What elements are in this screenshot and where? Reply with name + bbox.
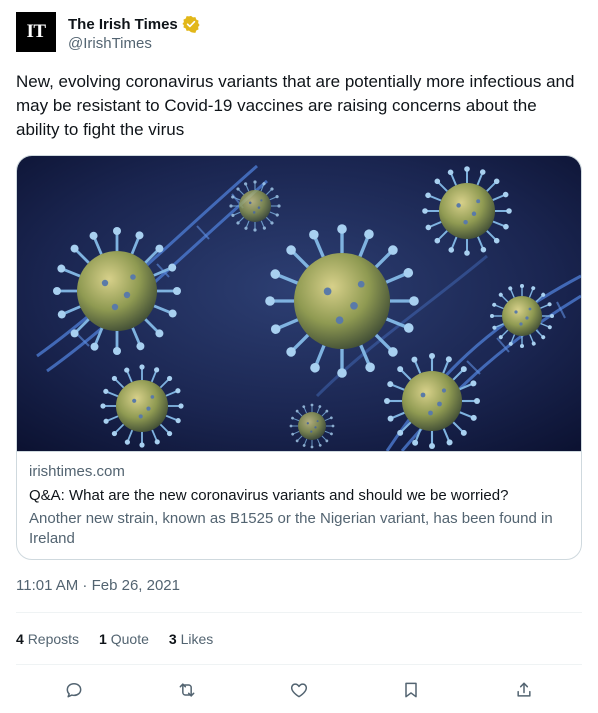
divider xyxy=(16,612,582,613)
quotes-label: Quote xyxy=(110,631,149,647)
like-icon xyxy=(290,683,308,698)
quotes-count: 1 xyxy=(99,631,107,647)
retweet-icon xyxy=(179,683,195,697)
like-button[interactable] xyxy=(285,676,313,704)
reposts-count: 4 xyxy=(16,631,24,647)
verified-badge-icon xyxy=(182,15,200,33)
coronavirus-image[interactable] xyxy=(17,156,581,451)
reposts-stat[interactable]: 4 Reposts xyxy=(16,631,79,647)
share-button[interactable] xyxy=(510,676,538,704)
link-card[interactable]: irishtimes.com Q&A: What are the new cor… xyxy=(16,155,582,560)
tweet-text: New, evolving coronavirus variants that … xyxy=(16,72,575,139)
retweet-button[interactable] xyxy=(173,676,201,704)
reply-button[interactable] xyxy=(60,676,88,704)
likes-label: Likes xyxy=(180,631,214,647)
avatar[interactable]: IT xyxy=(16,12,56,52)
bookmark-icon xyxy=(405,682,417,698)
reply-icon xyxy=(66,683,82,698)
engagement-stats: 4 Reposts 1 Quote 3 Likes xyxy=(16,631,213,647)
card-meta[interactable]: irishtimes.com Q&A: What are the new cor… xyxy=(17,451,581,547)
action-bar xyxy=(16,676,582,704)
card-title[interactable]: Q&A: What are the new coronavirus varian… xyxy=(29,487,508,504)
divider xyxy=(16,664,582,665)
display-name[interactable]: The Irish Times xyxy=(68,16,178,33)
quotes-stat[interactable]: 1 Quote xyxy=(99,631,149,647)
author-names: The Irish Times @IrishTimes xyxy=(68,14,200,52)
bookmark-button[interactable] xyxy=(397,676,425,704)
card-description[interactable]: Another new strain, known as B1525 or th… xyxy=(29,509,574,549)
display-name-row: The Irish Times xyxy=(68,14,200,34)
handle[interactable]: @IrishTimes xyxy=(68,35,200,52)
tweet-header: IT The Irish Times @IrishTimes xyxy=(16,12,582,54)
reposts-label: Reposts xyxy=(27,631,80,647)
likes-count: 3 xyxy=(168,631,177,647)
card-domain[interactable]: irishtimes.com xyxy=(29,463,125,480)
likes-stat[interactable]: 3 Likes xyxy=(169,631,213,647)
share-icon xyxy=(517,682,531,697)
timestamp[interactable]: 11:01 AM · Feb 26, 2021 xyxy=(16,577,180,594)
